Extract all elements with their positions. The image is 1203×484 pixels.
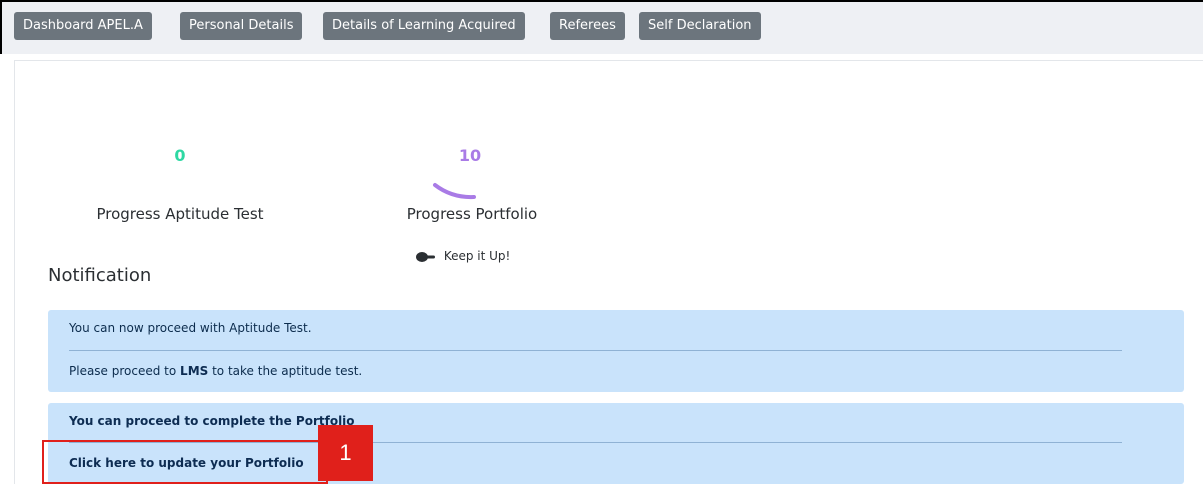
tab-dashboard-apel-a[interactable]: Dashboard APEL.A [14, 12, 152, 40]
portfolio-alert-line1: You can proceed to complete the Portfoli… [69, 414, 355, 428]
annotation-badge: 1 [318, 425, 373, 481]
pointing-hand-icon [416, 251, 435, 262]
aptitude-alert: You can now proceed with Aptitude Test. … [48, 310, 1184, 392]
portfolio-progress-label: Progress Portfolio [406, 205, 538, 223]
aptitude-alert-line2-prefix: Please proceed to [69, 364, 181, 378]
notification-title: Notification [48, 265, 152, 286]
tab-self-declaration[interactable]: Self Declaration [639, 12, 761, 40]
encouragement: Keep it Up! [416, 249, 510, 263]
aptitude-alert-line2: Please proceed to LMS to take the aptitu… [69, 364, 362, 378]
alert-divider [69, 350, 1122, 351]
aptitude-alert-line2-suffix: to take the aptitude test. [208, 364, 363, 378]
tab-details-of-learning-acquired[interactable]: Details of Learning Acquired [323, 12, 525, 40]
tab-bar: Dashboard APEL.A Personal Details Detail… [0, 0, 1203, 54]
encouragement-text: Keep it Up! [443, 249, 511, 263]
annotation-highlight-box [42, 440, 328, 484]
tab-personal-details[interactable]: Personal Details [180, 12, 303, 40]
aptitude-progress-label: Progress Aptitude Test [96, 205, 264, 223]
aptitude-progress-value: 0 [174, 146, 186, 165]
portfolio-progress-value: 10 [458, 146, 482, 165]
tab-referees[interactable]: Referees [550, 12, 625, 40]
lms-link[interactable]: LMS [180, 364, 208, 378]
aptitude-alert-line1: You can now proceed with Aptitude Test. [69, 321, 312, 335]
portfolio-progress-arc [433, 183, 476, 200]
